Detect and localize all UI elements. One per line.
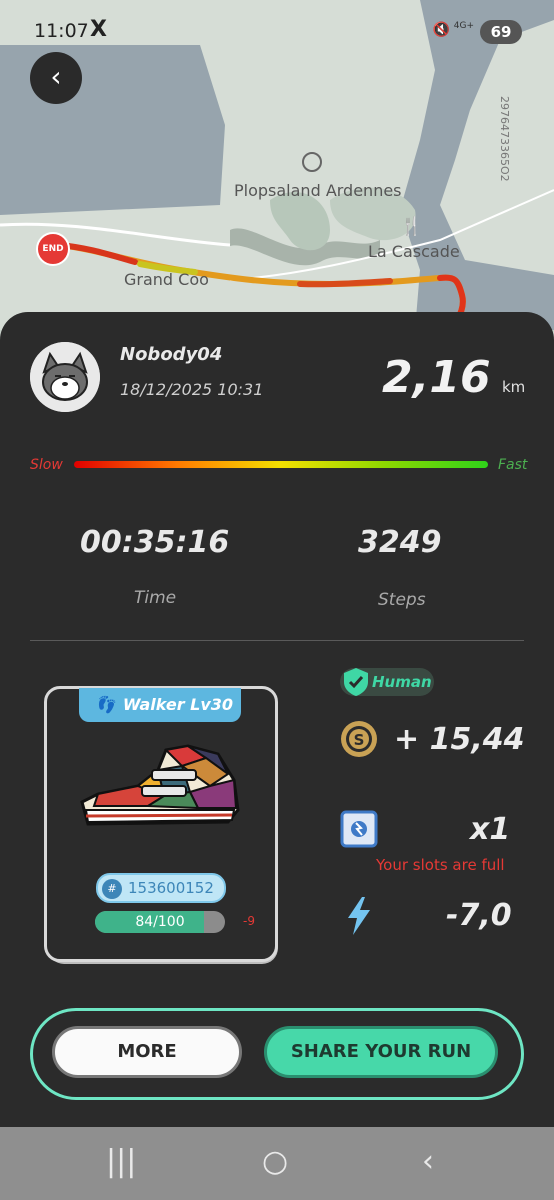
- speed-slow-label: Slow: [30, 457, 63, 473]
- share-run-button[interactable]: SHARE YOUR RUN: [264, 1026, 498, 1078]
- box-reward-value: x1: [470, 812, 511, 847]
- slots-full-note: Your slots are full: [376, 856, 505, 874]
- hash-icon: #: [102, 878, 122, 899]
- energy-value: -7,0: [446, 898, 512, 933]
- recents-icon: |||: [106, 1144, 137, 1179]
- shoe-id-text: 153600152: [128, 879, 214, 897]
- time-value: 00:35:16: [80, 525, 230, 560]
- ferris-wheel-icon: [302, 152, 322, 172]
- husky-avatar-icon: [30, 342, 100, 412]
- network-indicator: 4G+: [454, 22, 474, 31]
- shoe-level-tag: 👣 Walker Lv30: [79, 688, 241, 722]
- distance-value: 2,16: [382, 352, 491, 403]
- status-bar: 11:07 X 🔇 4G+ 69: [0, 0, 554, 62]
- map-label-la-cascade: La Cascade: [368, 242, 460, 261]
- run-datetime: 18/12/2025 10:31: [120, 380, 264, 399]
- map-label-grand-coo: Grand Coo: [124, 270, 209, 289]
- distance-unit: km: [502, 378, 526, 396]
- restaurant-icon: 🍴: [400, 216, 423, 237]
- status-time: 11:07: [34, 20, 89, 42]
- shoe-level-text: Walker Lv30: [122, 695, 234, 714]
- speed-fast-label: Fast: [498, 457, 528, 473]
- map-id-text: 2976473365O2: [498, 96, 511, 182]
- divider: [30, 640, 524, 641]
- token-reward-value: + 15,44: [394, 722, 525, 757]
- mute-icon: 🔇: [432, 22, 450, 38]
- avatar[interactable]: [30, 342, 100, 412]
- recents-button[interactable]: |||: [106, 1144, 136, 1179]
- speed-gradient-bar: [74, 461, 488, 468]
- more-button[interactable]: MORE: [52, 1026, 242, 1078]
- nav-back-icon: ‹: [422, 1144, 434, 1179]
- durability-bar: 84/100: [95, 911, 225, 933]
- shield-check-icon: [344, 668, 368, 696]
- human-badge: Human: [340, 668, 434, 696]
- shoe-id-badge[interactable]: #153600152: [96, 873, 226, 903]
- svg-text:S: S: [354, 731, 365, 749]
- mystery-box-icon: [340, 810, 378, 848]
- steps-value: 3249: [358, 525, 442, 560]
- home-button[interactable]: ○: [262, 1144, 288, 1179]
- lightning-icon: [348, 897, 370, 935]
- home-icon: ○: [262, 1144, 289, 1179]
- durability-delta: -9: [243, 914, 255, 928]
- time-label: Time: [134, 588, 177, 608]
- sneaker-image: [80, 744, 240, 826]
- durability-text: 84/100: [135, 914, 185, 930]
- map-label-plopsaland: Plopsaland Ardennes: [234, 181, 402, 200]
- nav-back-button[interactable]: ‹: [422, 1144, 434, 1179]
- gst-coin-icon: S: [341, 721, 377, 757]
- human-badge-label: Human: [372, 673, 432, 691]
- end-marker: END: [36, 232, 70, 266]
- username: Nobody04: [120, 344, 223, 365]
- back-button[interactable]: ‹: [30, 52, 82, 104]
- battery-indicator: 69: [480, 20, 522, 44]
- chevron-left-icon: ‹: [50, 60, 62, 93]
- network-type: 4G+: [453, 21, 474, 31]
- footprint-icon: 👣: [95, 695, 115, 714]
- x-app-icon: X: [90, 17, 107, 42]
- steps-label: Steps: [378, 590, 426, 610]
